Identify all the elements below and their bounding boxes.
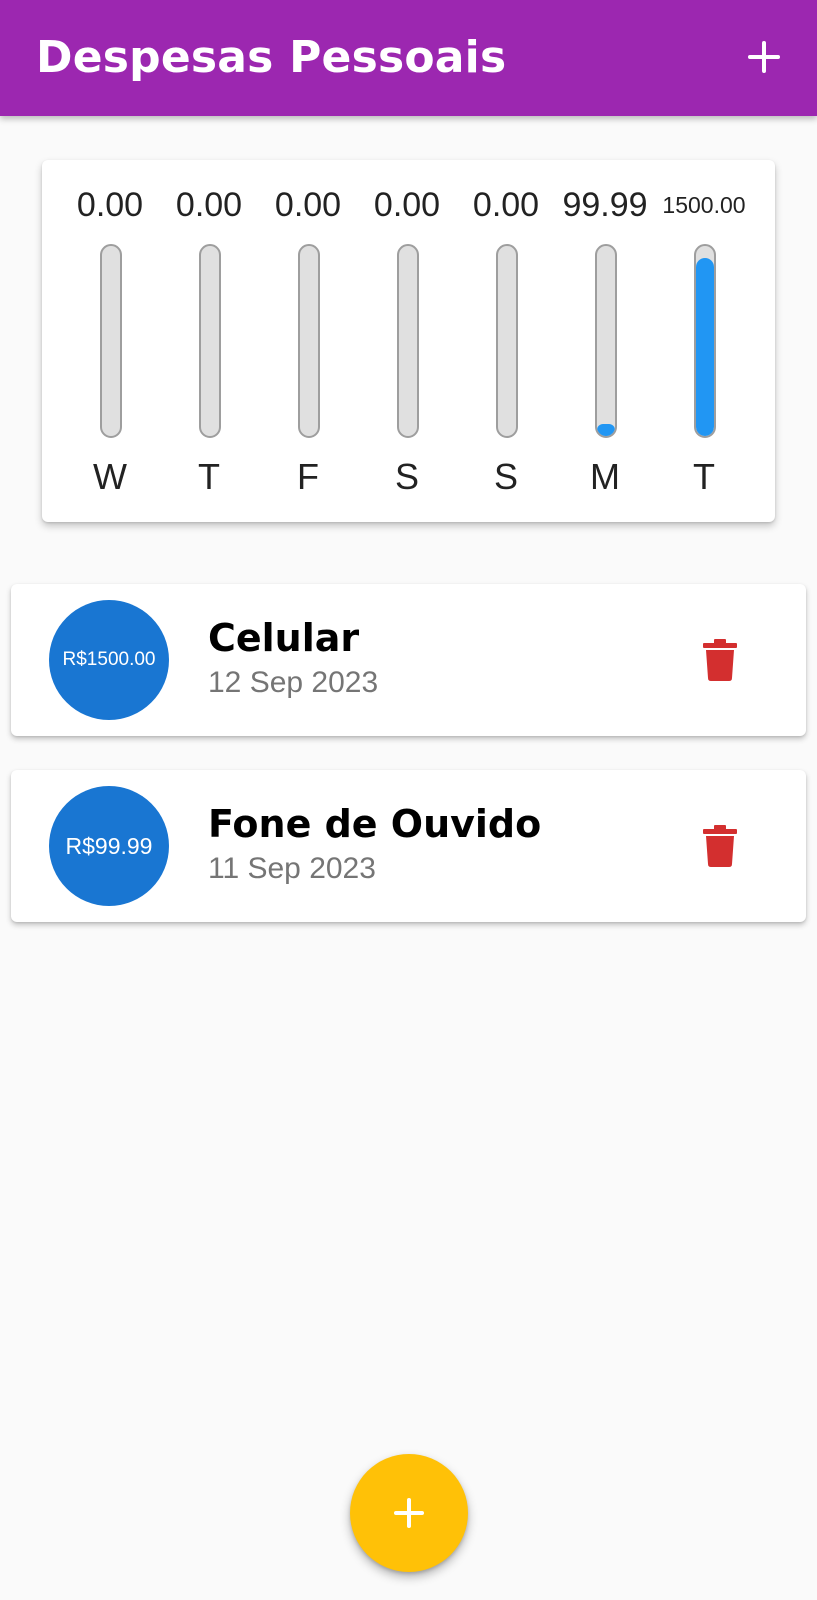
chart-column: 1500.00 T [652, 160, 756, 522]
chart-column: 0.00 F [256, 160, 360, 522]
chart-value-label: 0.00 [76, 186, 144, 224]
chart-value-label: 1500.00 [662, 192, 746, 218]
chart-column: 0.00 S [355, 160, 459, 522]
chart-bar-fill [696, 257, 714, 436]
trash-icon[interactable] [703, 639, 737, 681]
chart-day-label: T [693, 456, 715, 497]
transaction-title: Fone de Ouvido [208, 802, 542, 846]
amount-avatar: R$99.99 [49, 786, 169, 906]
chart-bar-track [694, 244, 716, 438]
app-title: Despesas Pessoais [36, 32, 507, 83]
transaction-date: 11 Sep 2023 [208, 852, 376, 885]
chart-value-label: 0.00 [373, 186, 441, 224]
chart-value-label: 0.00 [472, 186, 540, 224]
chart-column: 0.00 W [58, 160, 162, 522]
chart-day-label: F [297, 456, 319, 497]
app-bar: Despesas Pessoais [0, 0, 817, 116]
chart-bar-track [298, 244, 320, 438]
chart-column: 99.99 M [553, 160, 657, 522]
chart-value-label: 0.00 [274, 186, 342, 224]
weekly-chart-card: 0.00 W 0.00 T 0.00 F 0.00 S 0.00 S 99.99 M 1500.00 T [42, 160, 775, 522]
amount-avatar: R$1500.00 [49, 600, 169, 720]
chart-bar-track [100, 244, 122, 438]
chart-bar-track [397, 244, 419, 438]
transaction-date: 12 Sep 2023 [208, 666, 379, 699]
trash-icon[interactable] [703, 825, 737, 867]
transaction-title: Celular [208, 616, 360, 660]
chart-bar-track [496, 244, 518, 438]
chart-day-label: W [93, 456, 127, 497]
transaction-card: R$99.99 Fone de Ouvido 11 Sep 2023 [11, 770, 806, 922]
add-icon[interactable] [745, 38, 783, 76]
chart-day-label: T [198, 456, 220, 497]
chart-column: 0.00 S [454, 160, 558, 522]
chart-value-label: 99.99 [562, 186, 648, 224]
chart-day-label: S [493, 456, 518, 497]
transaction-card: R$1500.00 Celular 12 Sep 2023 [11, 584, 806, 736]
chart-day-label: M [590, 456, 620, 497]
transaction-amount: R$99.99 [65, 832, 153, 859]
chart-bar-track [595, 244, 617, 438]
add-transaction-fab[interactable] [350, 1454, 468, 1572]
transaction-amount: R$1500.00 [62, 649, 156, 670]
chart-column: 0.00 T [157, 160, 261, 522]
chart-bar-track [199, 244, 221, 438]
plus-icon [392, 1496, 426, 1530]
chart-value-label: 0.00 [175, 186, 243, 224]
chart-bar-fill [597, 424, 615, 436]
chart-day-label: S [394, 456, 419, 497]
